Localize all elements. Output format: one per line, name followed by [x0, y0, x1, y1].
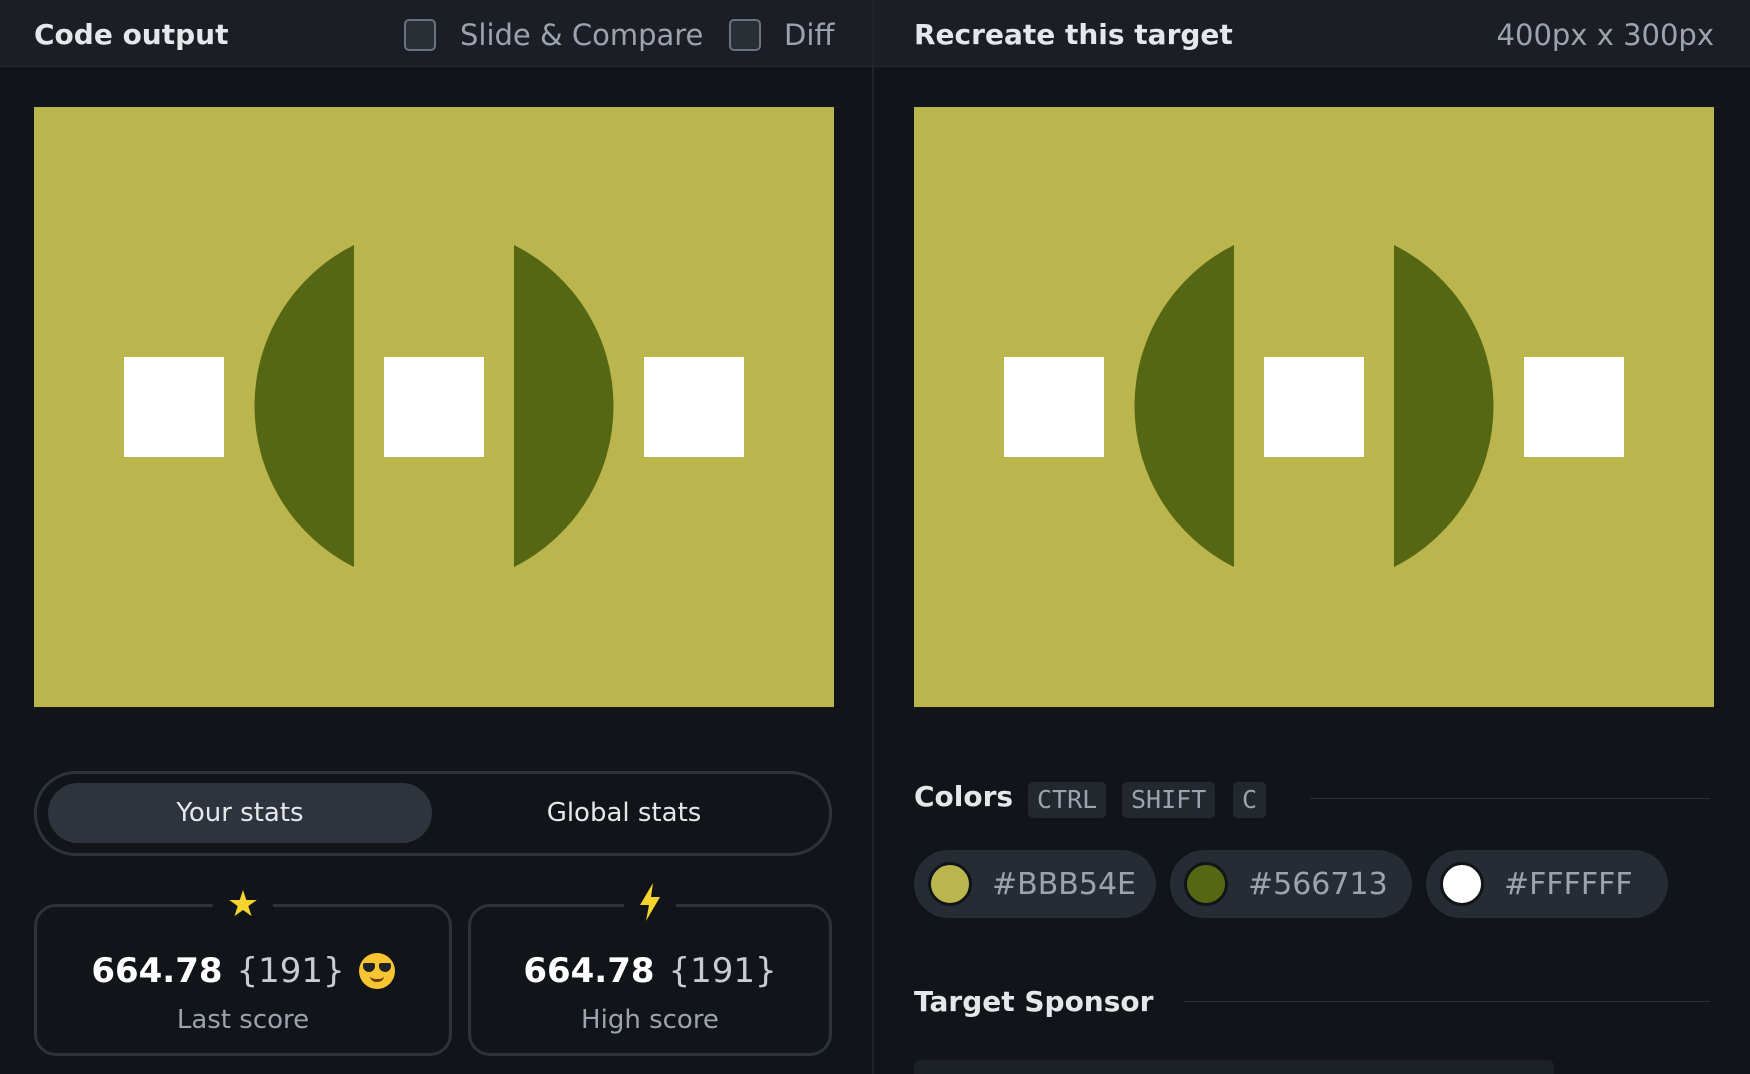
target-render — [914, 107, 1714, 707]
color-dot-3 — [1440, 862, 1484, 906]
code-output-panel: Code output Slide & Compare Diff Your st… — [0, 0, 872, 1074]
slide-compare-checkbox[interactable] — [404, 19, 436, 51]
high-score-number: 664.78 — [523, 951, 655, 991]
kbd-ctrl: CTRL — [1028, 782, 1107, 818]
target-square-center — [1264, 357, 1364, 457]
color-swatch-3[interactable]: #FFFFFF — [1426, 850, 1668, 918]
sunglasses-emoji-icon — [358, 953, 395, 989]
sponsor-card[interactable] — [914, 1060, 1554, 1074]
color-hex-3: #FFFFFF — [1504, 866, 1633, 902]
color-hex-2: #566713 — [1248, 866, 1388, 902]
square-left — [124, 357, 224, 457]
target-title: Recreate this target — [914, 18, 1233, 51]
high-score-card: 664.78 {191} High score — [468, 883, 832, 1056]
slide-compare-label[interactable]: Slide & Compare — [460, 18, 703, 52]
target-sponsor-title: Target Sponsor — [914, 985, 1154, 1018]
last-score-rank: {191} — [236, 951, 345, 991]
stats-toggle: Your stats Global stats — [34, 771, 832, 856]
sponsor-rule — [1184, 1001, 1710, 1002]
diff-checkbox[interactable] — [729, 19, 761, 51]
last-score-number: 664.78 — [91, 951, 223, 991]
colors-title: Colors — [914, 780, 1014, 813]
color-hex-1: #BBB54E — [992, 866, 1137, 902]
target-canvas — [914, 107, 1714, 707]
target-square-left — [1004, 357, 1104, 457]
diff-label[interactable]: Diff — [784, 18, 834, 52]
target-header: Recreate this target 400px x 300px — [874, 0, 1750, 67]
code-output-header: Code output Slide & Compare Diff — [0, 0, 872, 67]
color-dot-2 — [1184, 862, 1228, 906]
lightning-icon — [624, 883, 676, 932]
output-render — [34, 107, 834, 707]
target-square-right — [1524, 357, 1624, 457]
tab-your-stats[interactable]: Your stats — [48, 783, 432, 843]
high-score-label: High score — [581, 1005, 719, 1035]
high-score-rank: {191} — [668, 951, 777, 991]
code-output-canvas[interactable] — [34, 107, 834, 707]
kbd-c: C — [1233, 782, 1267, 818]
color-swatch-1[interactable]: #BBB54E — [914, 850, 1156, 918]
last-score-value: 664.78 {191} — [37, 951, 449, 991]
high-score-value: 664.78 {191} — [471, 951, 829, 991]
target-panel: Recreate this target 400px x 300px Color… — [874, 0, 1750, 1074]
target-dimensions: 400px x 300px — [1496, 18, 1714, 52]
square-center — [384, 357, 484, 457]
colors-rule — [1310, 798, 1710, 799]
square-right — [644, 357, 744, 457]
color-swatch-2[interactable]: #566713 — [1170, 850, 1412, 918]
code-output-title: Code output — [34, 18, 229, 51]
kbd-shift: SHIFT — [1122, 782, 1216, 818]
color-dot-1 — [928, 862, 972, 906]
star-icon: ★ — [212, 883, 274, 927]
tab-global-stats[interactable]: Global stats — [432, 783, 816, 843]
last-score-card: ★ 664.78 {191} Last score — [34, 883, 452, 1056]
last-score-label: Last score — [176, 1005, 310, 1035]
